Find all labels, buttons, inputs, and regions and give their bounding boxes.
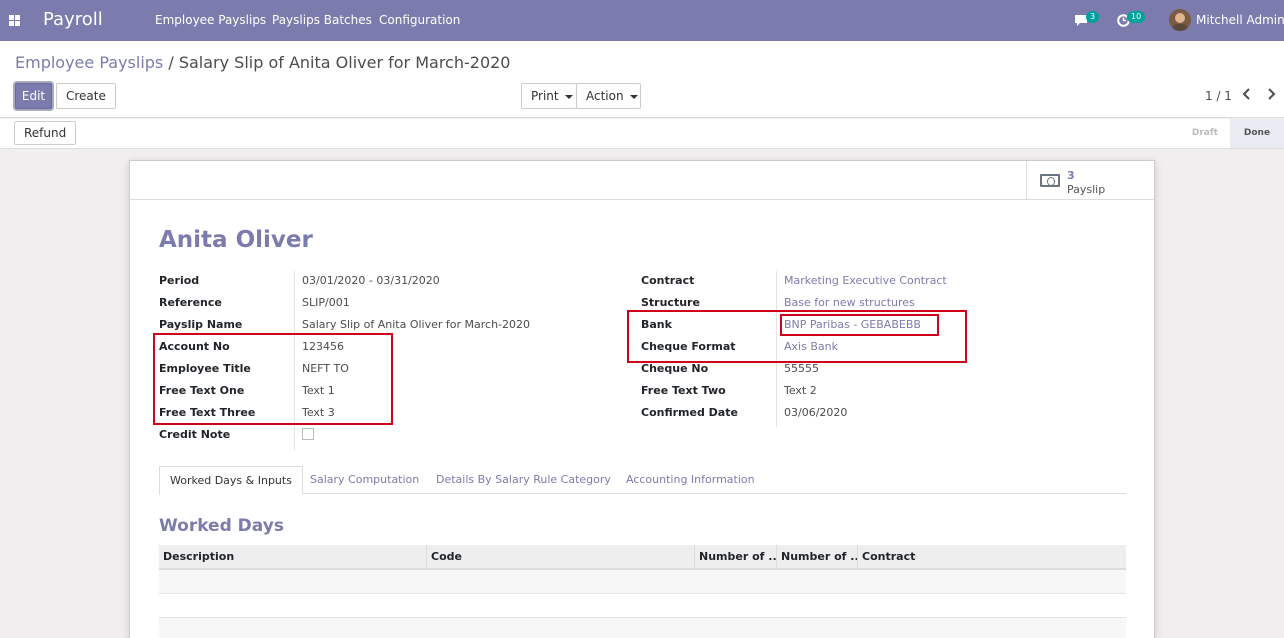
stage-done[interactable]: Done: [1230, 119, 1284, 148]
chevron-left-icon[interactable]: [1242, 88, 1252, 100]
structure-value[interactable]: Base for new structures: [784, 296, 915, 309]
status-bar: Refund Draft Done: [0, 119, 1284, 149]
credit-note-checkbox[interactable]: [302, 428, 314, 440]
menu-payslips-batches[interactable]: Payslips Batches: [272, 13, 372, 27]
confirmed-date-label: Confirmed Date: [641, 406, 738, 419]
print-button[interactable]: Print: [521, 83, 577, 109]
free-text-two-value: Text 2: [784, 384, 817, 397]
highlight-bank-box: [780, 314, 939, 336]
reference-value: SLIP/001: [302, 296, 350, 309]
tab-salary-computation[interactable]: Salary Computation: [300, 466, 429, 495]
apps-menu-icon[interactable]: [9, 15, 20, 26]
menu-employee-payslips[interactable]: Employee Payslips: [155, 13, 266, 27]
caret-down-icon: [629, 94, 638, 99]
breadcrumb-current: Salary Slip of Anita Oliver for March-20…: [178, 53, 511, 72]
tab-accounting-information[interactable]: Accounting Information: [616, 466, 765, 495]
cheque-no-label: Cheque No: [641, 362, 709, 375]
top-navbar: Payroll Employee Payslips Payslips Batch…: [0, 0, 1284, 41]
create-button[interactable]: Create: [56, 83, 116, 109]
menu-configuration[interactable]: Configuration: [379, 13, 460, 27]
app-name[interactable]: Payroll: [43, 9, 103, 30]
action-button[interactable]: Action: [576, 83, 641, 109]
column-code[interactable]: Code: [427, 545, 695, 570]
table-header: Description Code Number of ... Number of…: [159, 545, 1126, 570]
column-number-of-hours[interactable]: Number of ...: [777, 545, 858, 570]
confirmed-date-value: 03/06/2020: [784, 406, 848, 419]
contract-label: Contract: [641, 274, 695, 287]
column-number-of-days[interactable]: Number of ...: [695, 545, 777, 570]
free-text-two-label: Free Text Two: [641, 384, 726, 397]
action-label: Action: [586, 89, 624, 103]
user-avatar[interactable]: [1169, 9, 1191, 31]
tab-details-by-salary-rule-category[interactable]: Details By Salary Rule Category: [426, 466, 621, 495]
tab-worked-days-inputs[interactable]: Worked Days & Inputs: [159, 466, 303, 495]
table-row: [159, 618, 1126, 638]
worked-days-table: Description Code Number of ... Number of…: [159, 545, 1126, 638]
table-row: [159, 594, 1126, 618]
edit-button[interactable]: Edit: [15, 83, 52, 109]
contract-value[interactable]: Marketing Executive Contract: [784, 274, 947, 287]
credit-note-label: Credit Note: [159, 428, 231, 441]
breadcrumb-separator: /: [168, 53, 174, 72]
payslip-name-value: Salary Slip of Anita Oliver for March-20…: [302, 318, 531, 331]
button-box: 3 Payslip: [130, 161, 1154, 200]
payslip-name-label: Payslip Name: [159, 318, 243, 331]
money-icon: [1040, 174, 1060, 187]
refund-button[interactable]: Refund: [14, 121, 77, 145]
column-contract[interactable]: Contract: [858, 545, 1126, 570]
messages-count-badge: 3: [1086, 11, 1100, 23]
payslip-count: 3: [1067, 169, 1075, 182]
form-sheet: 3 Payslip Anita Oliver Period 03/01/2020…: [129, 160, 1155, 638]
activities-count-badge: 10: [1127, 11, 1146, 23]
stage-draft[interactable]: Draft: [1180, 119, 1230, 148]
highlight-left-box: [153, 333, 393, 425]
employee-name: Anita Oliver: [159, 227, 313, 253]
breadcrumb: Employee Payslips / Salary Slip of Anita…: [15, 53, 510, 72]
payslip-stat-button[interactable]: 3 Payslip: [1026, 161, 1154, 199]
period-label: Period: [159, 274, 200, 287]
reference-label: Reference: [159, 296, 222, 309]
caret-down-icon: [564, 94, 573, 99]
control-panel: Employee Payslips / Salary Slip of Anita…: [0, 41, 1284, 118]
print-label: Print: [531, 89, 559, 103]
period-value: 03/01/2020 - 03/31/2020: [302, 274, 440, 287]
user-name[interactable]: Mitchell Admin: [1196, 13, 1284, 27]
pager-value[interactable]: 1 / 1: [1205, 89, 1232, 103]
structure-label: Structure: [641, 296, 700, 309]
worked-days-title: Worked Days: [159, 516, 284, 536]
breadcrumb-parent[interactable]: Employee Payslips: [15, 53, 163, 72]
table-row: [159, 570, 1126, 594]
notebook-tabs: Worked Days & Inputs Salary Computation …: [159, 466, 1126, 495]
cheque-no-value: 55555: [784, 362, 819, 375]
payslip-label: Payslip: [1067, 183, 1106, 196]
chevron-right-icon[interactable]: [1266, 88, 1276, 100]
column-description[interactable]: Description: [159, 545, 427, 570]
